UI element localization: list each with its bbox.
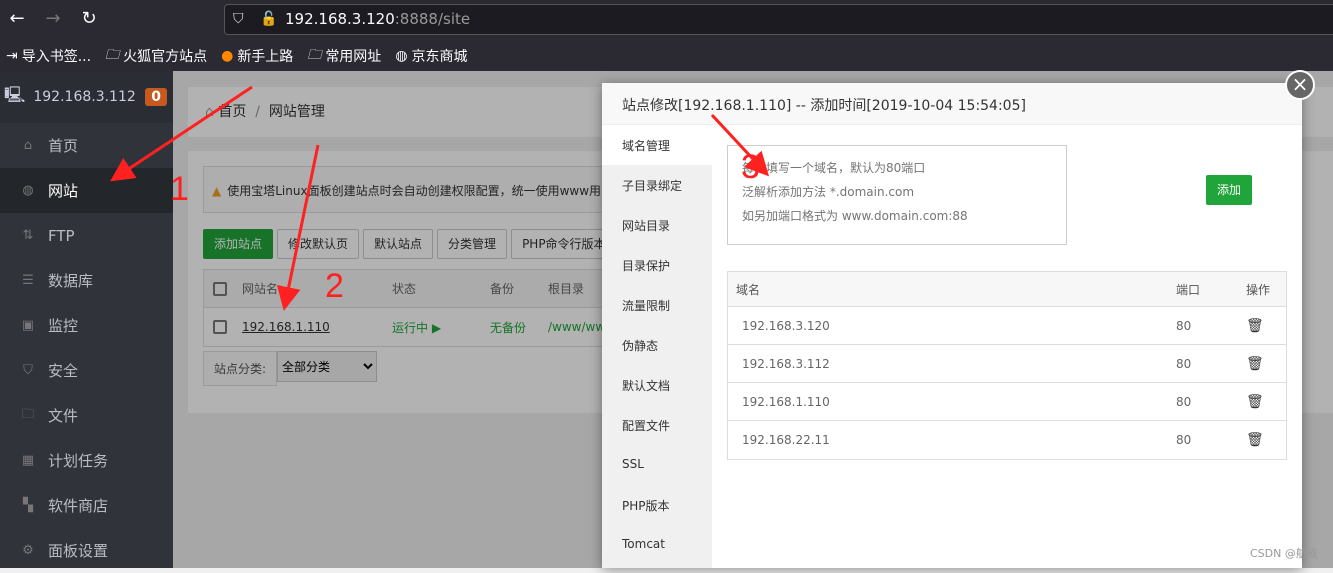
annotation-number: 2: [325, 267, 344, 305]
arrow-1: [110, 85, 253, 182]
arrow-2: [276, 144, 320, 311]
watermark: CSDN @航成: [1250, 547, 1318, 560]
annotation-number: 3: [741, 148, 760, 186]
annotation-number: 1: [170, 170, 189, 208]
annotation-arrows: [110, 85, 770, 311]
